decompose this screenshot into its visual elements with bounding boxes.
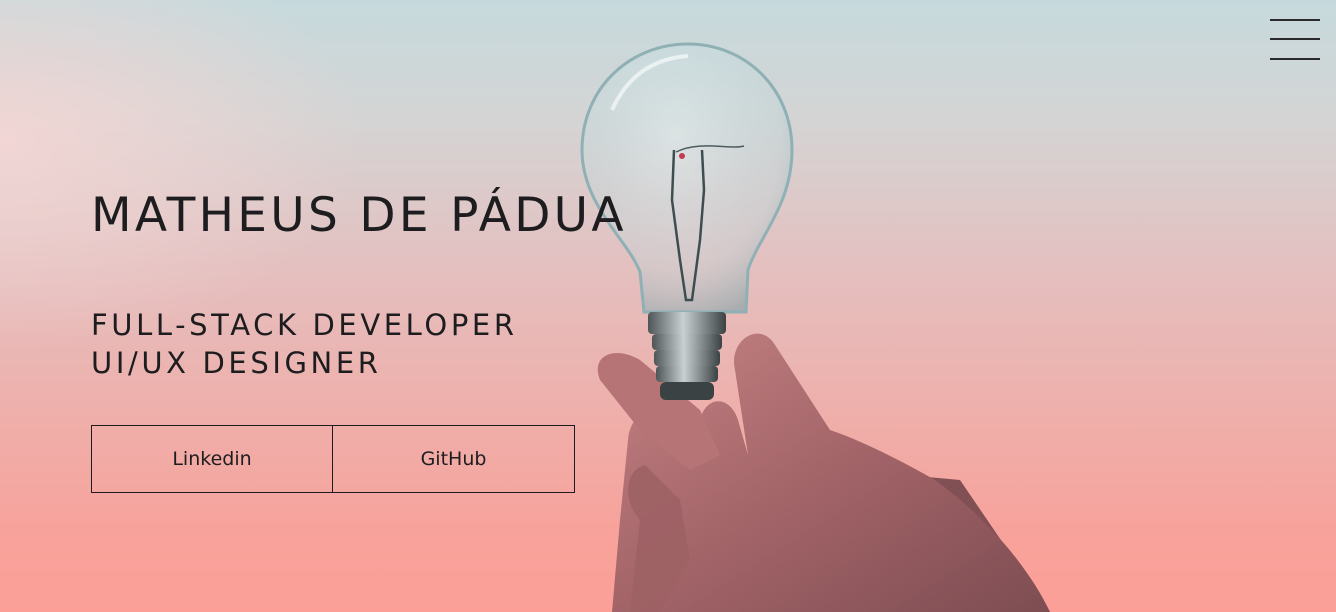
- role-full-stack: FULL-STACK DEVELOPER: [91, 308, 518, 342]
- role-list: FULL-STACK DEVELOPER UI/UX DESIGNER: [91, 306, 518, 382]
- hero-section: MATHEUS DE PÁDUA FULL-STACK DEVELOPER UI…: [0, 0, 1336, 612]
- menu-bar: [1270, 19, 1320, 21]
- linkedin-button[interactable]: Linkedin: [91, 425, 333, 493]
- page-title: MATHEUS DE PÁDUA: [91, 188, 627, 243]
- social-links: Linkedin GitHub: [91, 425, 575, 493]
- role-ui-ux: UI/UX DESIGNER: [91, 346, 382, 380]
- github-button[interactable]: GitHub: [333, 425, 575, 493]
- menu-bar: [1270, 58, 1320, 60]
- menu-bar: [1270, 38, 1320, 40]
- intro: MATHEUS DE PÁDUA: [91, 186, 627, 246]
- hamburger-menu-icon[interactable]: [1270, 18, 1320, 62]
